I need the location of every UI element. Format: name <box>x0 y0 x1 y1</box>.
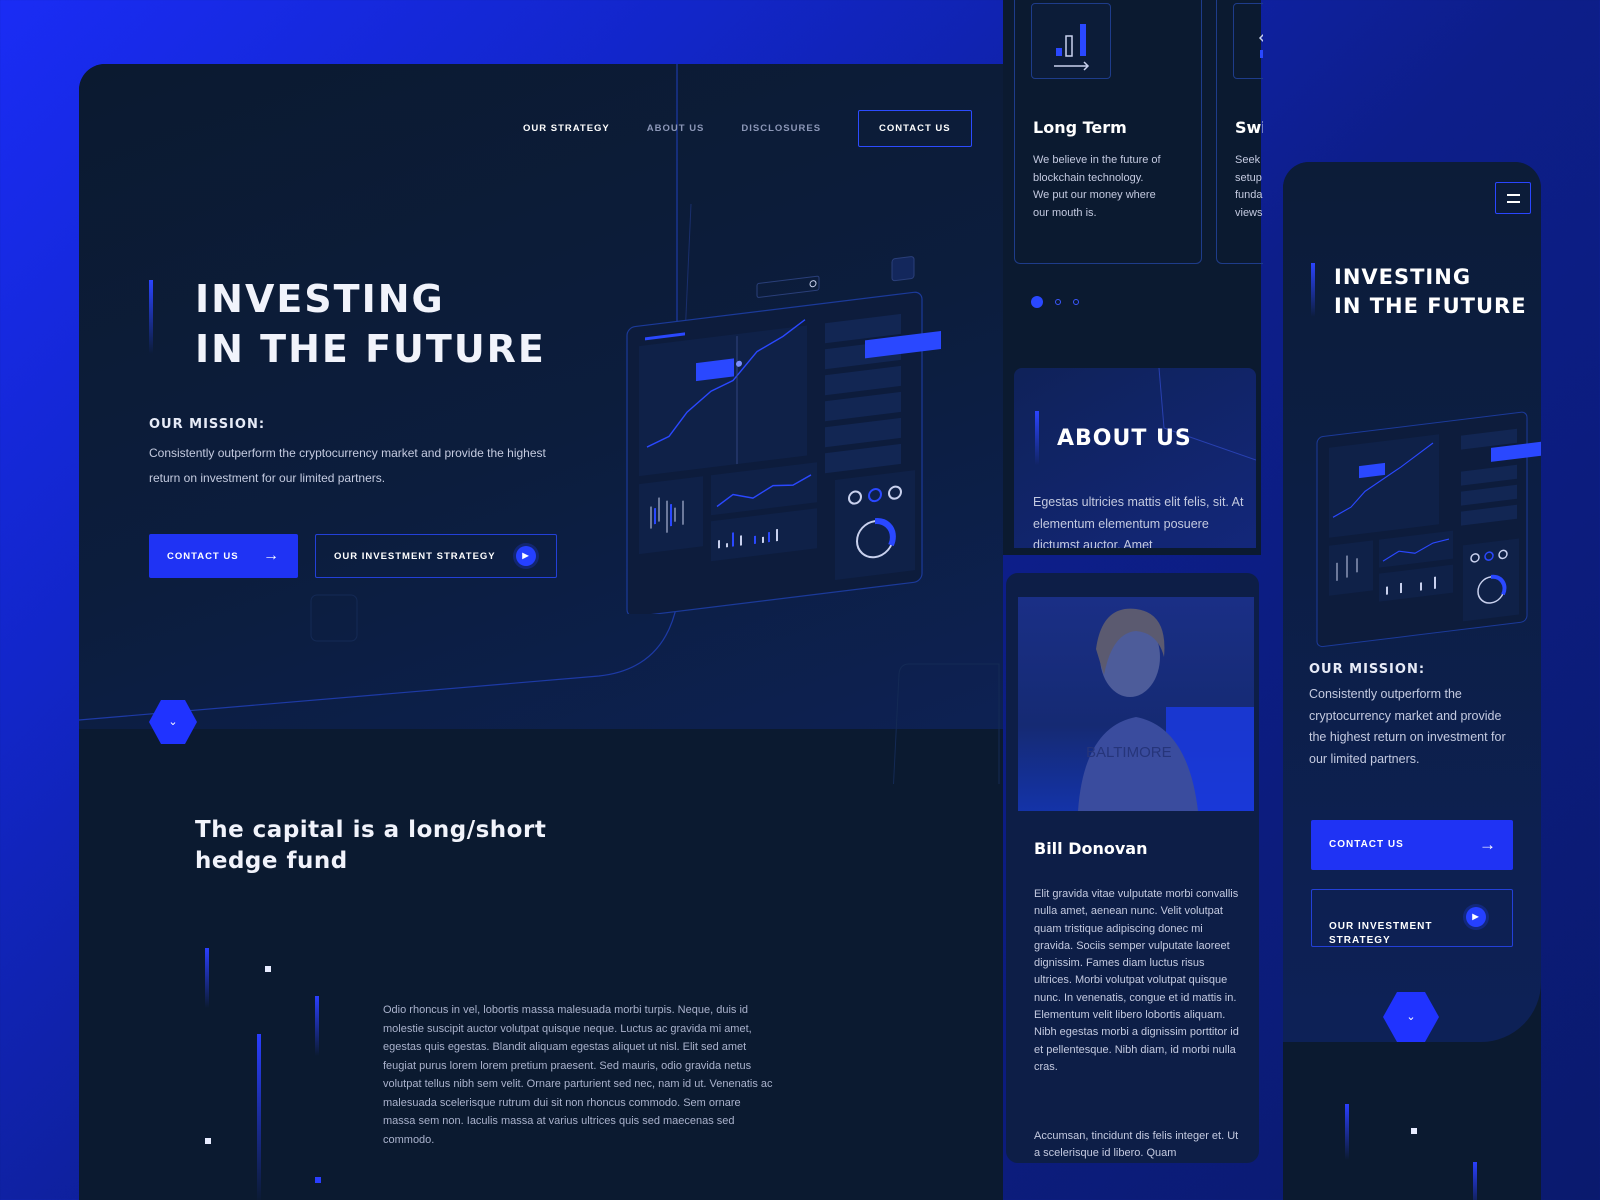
team-member-name: Bill Donovan <box>1034 839 1148 858</box>
decor-line <box>257 1034 261 1200</box>
team-member-card: BALTIMORE Bill Donovan Elit gravida vita… <box>1006 573 1259 1163</box>
mobile-contact-us-button[interactable]: CONTACT US → <box>1311 820 1513 870</box>
decor-dot <box>315 1177 321 1183</box>
mission-text: Consistently outperform the cryptocurren… <box>149 446 546 485</box>
nav-contact-button[interactable]: CONTACT US <box>858 110 972 147</box>
portrait-image: BALTIMORE <box>1078 608 1254 811</box>
mobile-hero-title: INVESTING IN THE FUTURE <box>1334 265 1527 318</box>
nav-about-us[interactable]: ABOUT US <box>647 123 705 134</box>
carousel-dot[interactable] <box>1073 299 1079 305</box>
nav-our-strategy[interactable]: OUR STRATEGY <box>523 123 610 134</box>
capital-heading: The capital is a long/short hedge fund <box>195 817 547 874</box>
decor-line <box>315 996 319 1056</box>
capital-body-text: Odio rhoncus in vel, lobortis massa male… <box>383 1004 773 1146</box>
contact-us-label: CONTACT US <box>1329 839 1404 850</box>
shirt-print: BALTIMORE <box>1086 744 1172 761</box>
card-icon-box <box>1233 3 1263 79</box>
mobile-mission-heading: OUR MISSION: <box>1309 662 1426 677</box>
about-title: ABOUT US <box>1057 426 1192 451</box>
title-accent-bar <box>149 280 153 354</box>
strategy-card[interactable]: Swi Seek setup funda views <box>1216 0 1263 264</box>
desktop-page: OUR STRATEGY ABOUT US DISCLOSURES CONTAC… <box>79 64 1003 1200</box>
swap-icon <box>1258 33 1263 58</box>
team-member-photo: BALTIMORE <box>1018 597 1254 811</box>
mobile-investment-strategy-button[interactable]: OUR INVESTMENT STRATEGY ▶ <box>1311 889 1513 947</box>
team-member-bio: Elit gravida vitae vulputate morbi conva… <box>1034 888 1239 1073</box>
carousel-dot-active[interactable] <box>1031 296 1043 308</box>
dashboard-illustration <box>626 256 941 614</box>
menu-button[interactable] <box>1495 182 1531 214</box>
card-title: Long Term <box>1033 118 1127 137</box>
contact-us-label: CONTACT US <box>167 550 239 562</box>
contact-us-button[interactable]: CONTACT US → <box>149 534 298 578</box>
strategy-card[interactable]: Long Term We believe in the future of bl… <box>1014 0 1202 264</box>
nav-disclosures[interactable]: DISCLOSURES <box>741 123 821 134</box>
decor-dot <box>265 966 271 972</box>
title-accent-bar <box>1311 263 1315 317</box>
carousel-dots <box>1031 296 1079 308</box>
decor-line <box>1473 1162 1477 1200</box>
decor-line <box>1345 1104 1349 1160</box>
investment-strategy-label: OUR INVESTMENT STRATEGY <box>1329 921 1433 946</box>
hero-title: INVESTING IN THE FUTURE <box>195 277 546 371</box>
arrow-right-icon: → <box>263 547 280 564</box>
mobile-page: INVESTING IN THE FUTURE OUR MISSION: Con… <box>1283 162 1541 1200</box>
decor-line <box>205 948 209 1008</box>
menu-line <box>1507 201 1520 203</box>
decor-dot <box>1411 1128 1417 1134</box>
play-icon: ▶ <box>516 546 536 566</box>
menu-line <box>1507 194 1520 196</box>
top-nav: OUR STRATEGY ABOUT US DISCLOSURES CONTAC… <box>523 110 972 147</box>
card-text: We believe in the future of blockchain t… <box>1033 154 1161 219</box>
mobile-mission-text: Consistently outperform the cryptocurren… <box>1309 687 1506 766</box>
tablet-column: Long Term We believe in the future of bl… <box>1003 0 1263 1200</box>
mission-heading: OUR MISSION: <box>149 417 266 432</box>
card-title: Swi <box>1235 118 1263 137</box>
about-text: Egestas ultricies mattis elit felis, sit… <box>1033 495 1244 548</box>
investment-strategy-button[interactable]: OUR INVESTMENT STRATEGY ▶ <box>315 534 557 578</box>
arrow-right-icon: → <box>1479 835 1497 854</box>
carousel-dot[interactable] <box>1055 299 1061 305</box>
decor-dot <box>205 1138 211 1144</box>
about-us-section: ABOUT US Egestas ultricies mattis elit f… <box>1014 368 1256 548</box>
chevron-down-icon: ⌄ <box>168 716 178 728</box>
play-icon: ▶ <box>1466 907 1486 927</box>
mobile-dashboard-illustration <box>1316 411 1541 648</box>
team-member-bio-continued: Accumsan, tincidunt dis felis integer et… <box>1034 1130 1239 1160</box>
chevron-down-icon: ⌄ <box>1406 1011 1416 1023</box>
investment-strategy-label: OUR INVESTMENT STRATEGY <box>334 550 496 562</box>
card-icon-box <box>1031 3 1111 79</box>
chart-bars-icon <box>1054 24 1090 71</box>
title-accent-bar <box>1035 411 1039 465</box>
card-text: Seek setup funda views <box>1235 154 1263 219</box>
